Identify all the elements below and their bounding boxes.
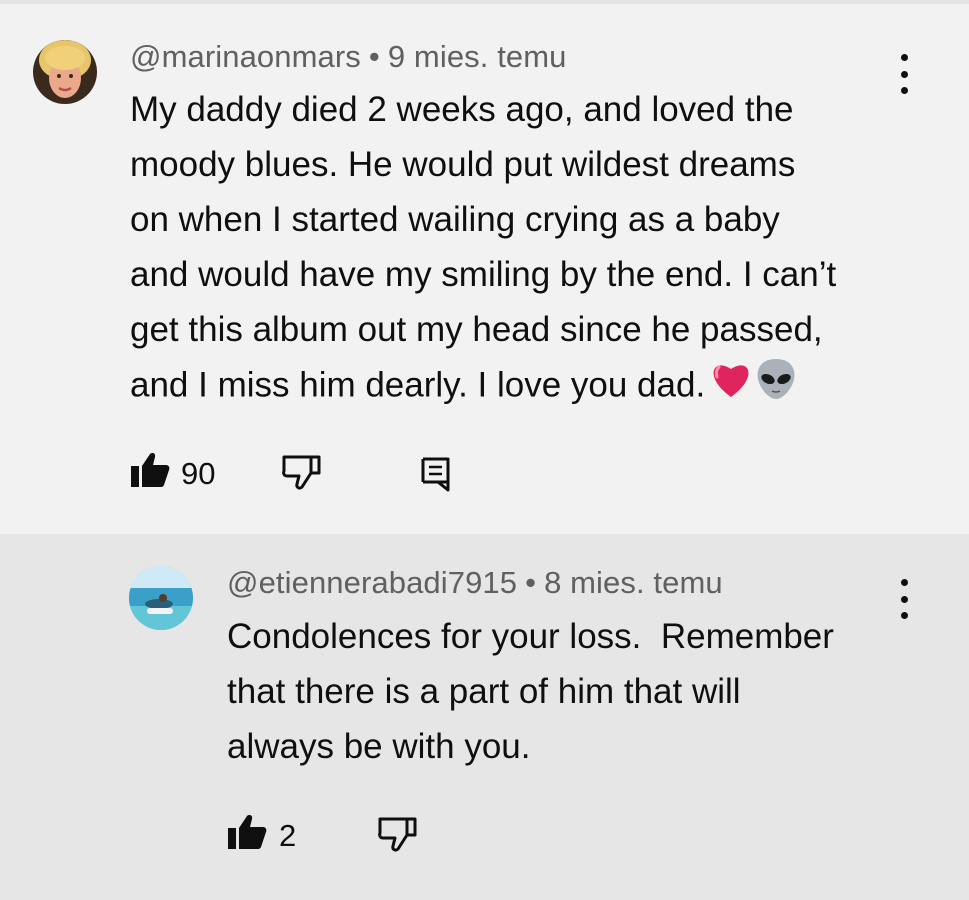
comment-meta: @marinaonmars • 9 mies. temu [130,39,567,75]
avatar[interactable] [33,40,97,104]
meta-separator: • [368,39,380,74]
reply-comment-icon [421,457,450,492]
thumbs-down-icon [282,455,321,490]
alien-emoji [755,357,797,417]
comment-line: on when I started wailing crying as a ba… [130,200,780,239]
comment-line: and would have my smiling by the end. I … [130,255,837,294]
more-vert-icon[interactable] [892,579,916,619]
comment-line: and I miss him dearly. I love you dad. [130,365,706,405]
like-count: 90 [181,456,216,491]
comment-username[interactable]: @marinaonmars [130,39,361,74]
reply-body: Condolences for your loss. Remember that… [227,609,834,774]
comment-line: My daddy died 2 weeks ago, and loved the [130,90,794,129]
reply-meta: @etiennerabadi7915 • 8 mies. temu [227,565,723,601]
dislike-button[interactable] [281,454,323,490]
reply-avatar[interactable] [129,566,193,630]
reply-line: that there is a part of him that will [227,672,741,711]
comment-line: get this album out my head since he pass… [130,310,823,349]
reply-line: Condolences for your loss. Remember [227,617,834,656]
thumbs-up-icon [228,815,267,849]
reply-like-count: 2 [279,818,297,853]
reply-dislike-button[interactable] [377,816,419,852]
reply-line: always be with you. [227,727,531,766]
comment-thread: @marinaonmars • 9 mies. temu My daddy died… [0,4,969,534]
thumbs-up-icon [131,453,170,487]
reply-thread: @etiennerabadi7915 • 8 mies. temu Condolen… [0,534,969,900]
reply-button[interactable] [420,456,452,492]
thumbs-down-icon [378,817,417,852]
reply-timestamp[interactable]: 8 mies. temu [544,565,723,600]
comment-last-line: and I miss him dearly. I love you dad. [130,357,836,417]
comment-timestamp[interactable]: 9 mies. temu [388,39,567,74]
meta-separator: • [525,565,537,600]
reply-like-button[interactable] [227,814,267,850]
comment-line: moody blues. He would put wildest dreams [130,145,796,184]
like-button[interactable] [130,452,170,488]
heart-emoji [709,359,753,415]
more-vert-icon[interactable] [892,54,916,94]
comment-body: My daddy died 2 weeks ago, and loved the… [130,82,836,417]
reply-username[interactable]: @etiennerabadi7915 [227,565,517,600]
